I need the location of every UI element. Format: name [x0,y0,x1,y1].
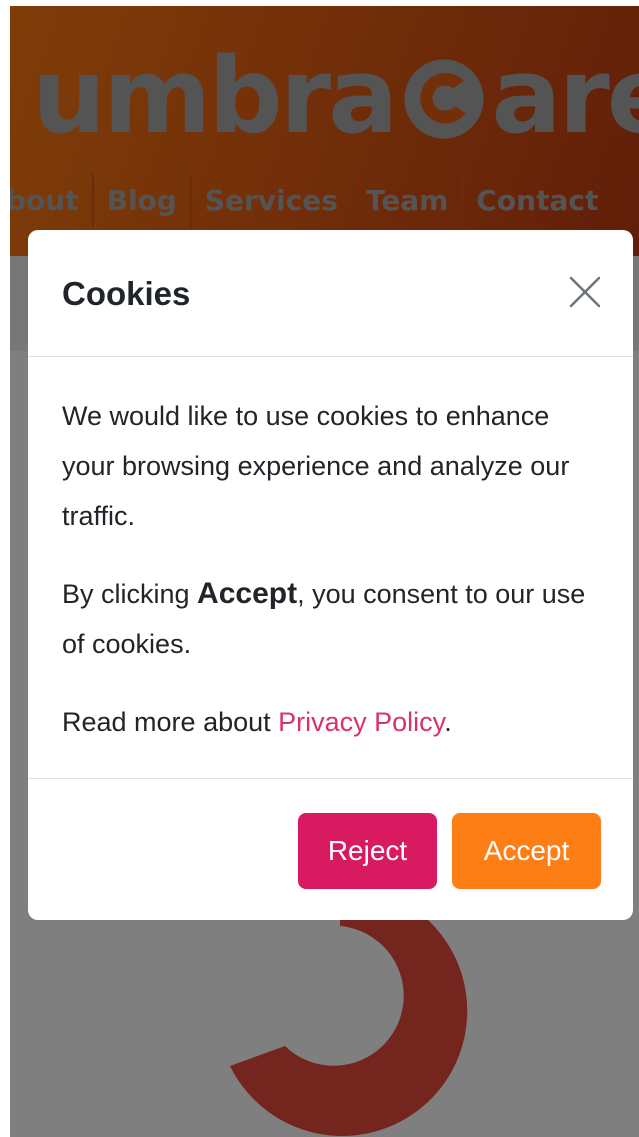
modal-body: We would like to use cookies to enhance … [28,357,633,779]
privacy-policy-link[interactable]: Privacy Policy [278,707,444,737]
reject-button[interactable]: Reject [298,813,437,889]
modal-title: Cookies [62,275,191,312]
cookie-intro-text: We would like to use cookies to enhance … [62,401,570,531]
cookie-consent-modal: Cookies We would like to use cookies to … [28,230,633,920]
privacy-text-after: . [444,707,452,737]
consent-text: By clicking Accept, you consent to our u… [62,569,599,669]
browser-viewport: umbra are bout Blog Services Team Contac… [10,6,639,1137]
modal-header: Cookies [28,230,633,357]
privacy-text-before: Read more about [62,707,279,737]
privacy-text: Read more about Privacy Policy. [62,697,599,747]
modal-footer: Reject Accept [28,779,633,919]
close-icon[interactable] [565,272,605,312]
consent-text-before: By clicking [62,579,198,609]
accept-button[interactable]: Accept [452,813,601,889]
consent-accept-emphasis: Accept [197,577,298,610]
